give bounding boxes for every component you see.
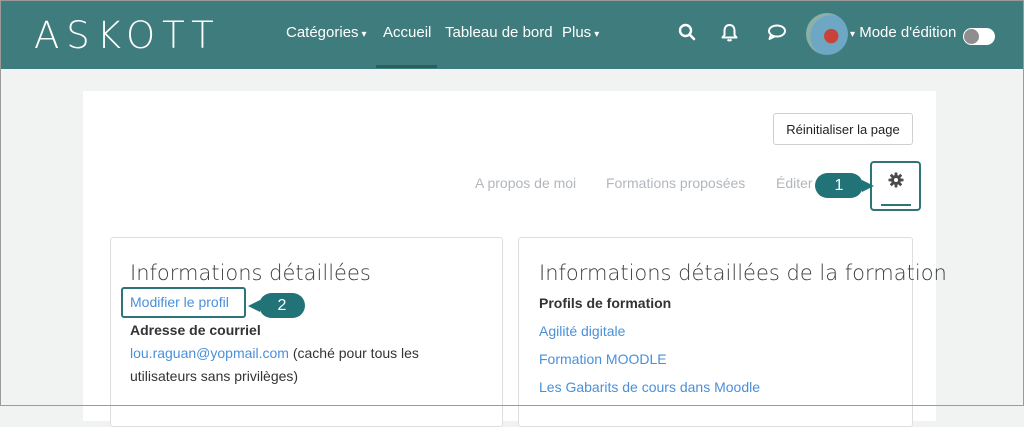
step-callout-2: 2: [248, 293, 305, 318]
gear-icon: [888, 172, 904, 193]
email-note: (caché pour tous les: [288, 345, 419, 361]
details-section-title: Informations détaillées: [130, 261, 371, 285]
nav-item-label: Accueil: [383, 24, 432, 41]
email-link[interactable]: lou.raguan@yopmail.com: [130, 345, 289, 361]
nav-item-dashboard[interactable]: Tableau de bord: [445, 24, 553, 41]
edit-mode-label: Mode d'édition: [859, 24, 957, 41]
nav-item-categories[interactable]: Catégories ▾: [286, 24, 367, 41]
email-label: Adresse de courriel: [130, 322, 261, 338]
email-line: lou.raguan@yopmail.com (caché pour tous …: [130, 342, 419, 365]
chevron-down-icon: ▾: [594, 29, 600, 40]
reset-page-button[interactable]: Réinitialiser la page: [773, 113, 913, 145]
tab-about-me[interactable]: A propos de moi: [475, 175, 576, 191]
tab-offered-courses[interactable]: Formations proposées: [606, 175, 745, 191]
navbar: ASKOTT Catégories ▾ Accueil Tableau de bo…: [0, 0, 1024, 69]
site-logo[interactable]: ASKOTT: [34, 14, 221, 57]
edit-profile-link[interactable]: Modifier le profil: [130, 294, 229, 310]
nav-item-home[interactable]: Accueil: [383, 24, 431, 41]
nav-item-more[interactable]: Plus ▾: [562, 24, 599, 41]
avatar[interactable]: [806, 13, 848, 55]
tab-edit[interactable]: Éditer: [776, 175, 813, 191]
bell-icon[interactable]: [721, 23, 738, 47]
email-note-continued: utilisateurs sans privilèges): [130, 368, 299, 384]
profile-link-moodle[interactable]: Formation MOODLE: [539, 351, 667, 367]
step-callout-1: 1: [815, 173, 874, 198]
active-tab-underline: [881, 204, 911, 206]
toggle-knob: [964, 29, 979, 44]
profile-link-gabarits[interactable]: Les Gabarits de cours dans Moodle: [539, 379, 760, 395]
search-icon[interactable]: [678, 23, 696, 46]
user-menu-toggle[interactable]: ▾ Mode d'édition: [850, 24, 956, 41]
nav-item-label: Catégories: [286, 24, 359, 41]
chevron-down-icon: ▾: [850, 29, 856, 40]
nav-item-label: Tableau de bord: [445, 24, 553, 41]
profile-link-agilite[interactable]: Agilité digitale: [539, 323, 625, 339]
chat-icon[interactable]: [767, 23, 787, 46]
nav-item-label: Plus: [562, 24, 592, 41]
nav-active-indicator: [376, 65, 437, 68]
profiles-label: Profils de formation: [539, 295, 672, 311]
chevron-down-icon: ▾: [361, 29, 367, 40]
course-details-title: Informations détaillées de la formation: [539, 261, 947, 285]
edit-mode-toggle[interactable]: [963, 28, 995, 45]
settings-tab-highlight[interactable]: [870, 161, 921, 211]
